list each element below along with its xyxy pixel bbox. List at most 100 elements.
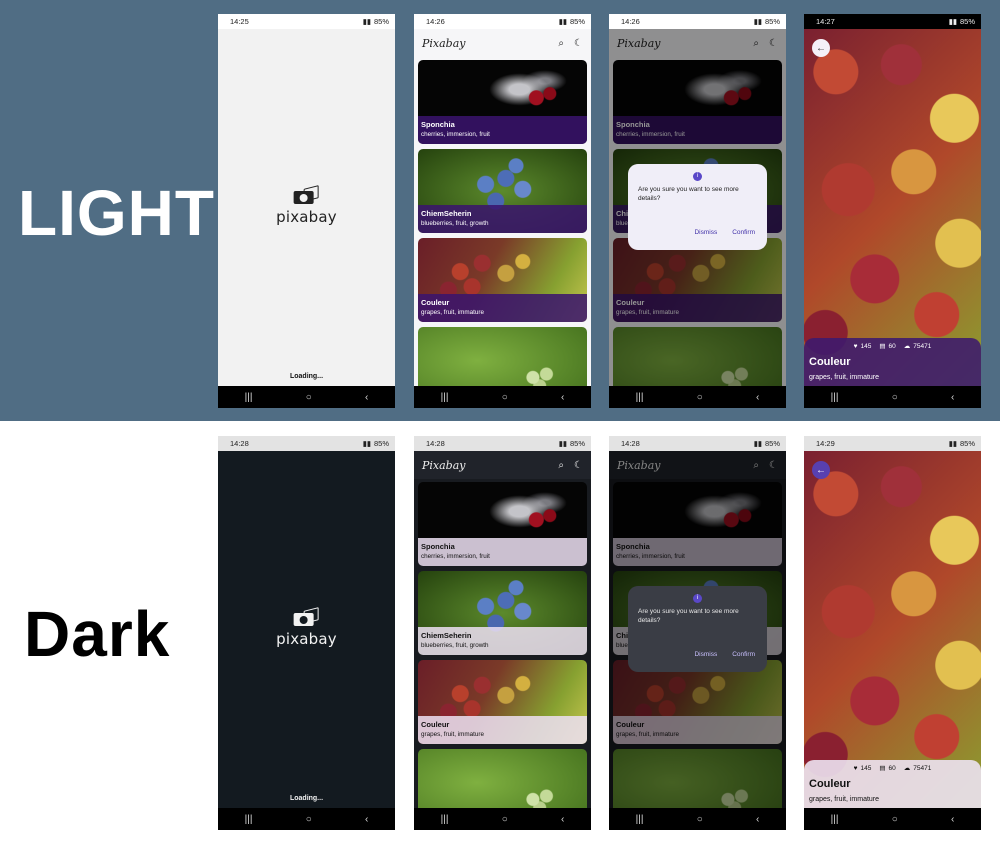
system-nav-bar: ||| ○ ‹: [609, 808, 786, 830]
system-nav-bar: ||| ○ ‹: [218, 808, 395, 830]
card-tags: cherries, immersion, fruit: [421, 553, 490, 560]
pixabay-logo: pixabay: [276, 185, 337, 226]
nav-back-icon[interactable]: ‹: [951, 814, 954, 825]
status-bar: 14:28 ▮▮ 85%: [609, 436, 786, 451]
camera-icon: [293, 185, 320, 205]
card-title: Sponchia: [421, 542, 455, 551]
system-nav-bar: ||| ○ ‹: [804, 808, 981, 830]
recents-icon[interactable]: |||: [441, 814, 449, 825]
download-icon[interactable]: ☁: [904, 764, 911, 772]
heart-icon[interactable]: ♥: [854, 765, 858, 772]
card-tags: grapes, fruit, immature: [421, 731, 484, 738]
confirm-button[interactable]: Confirm: [732, 229, 755, 236]
moon-icon[interactable]: ☾: [574, 38, 583, 49]
system-nav-bar: ||| ○ ‹: [414, 386, 591, 408]
comment-icon[interactable]: ▤: [879, 342, 885, 350]
dismiss-button[interactable]: Dismiss: [694, 229, 717, 236]
back-arrow-icon[interactable]: ←: [812, 461, 830, 479]
confirm-dialog: i Are you sure you want to see more deta…: [628, 586, 767, 672]
downloads-count: 75471: [913, 764, 932, 772]
comment-icon[interactable]: ▤: [879, 764, 885, 772]
home-icon[interactable]: ○: [306, 814, 312, 825]
status-bar: 14:26 ▮▮ 85%: [609, 14, 786, 29]
search-icon[interactable]: ⌕: [558, 460, 564, 471]
status-time: 14:28: [230, 439, 249, 448]
status-bar: 14:29 ▮▮ 85%: [804, 436, 981, 451]
status-bar: 14:27 ▮▮ 85%: [804, 14, 981, 29]
detail-info-panel: ♥ 145 ▤ 60 ☁ 75471 Couleur grapes, fruit, imm…: [804, 760, 981, 808]
camera-icon: [293, 607, 320, 627]
likes-count: 145: [860, 342, 872, 350]
status-time: 14:26: [426, 17, 445, 26]
image-card[interactable]: ChiemSeherin blueberries, fruit, growth: [418, 571, 587, 655]
download-icon[interactable]: ☁: [904, 342, 911, 350]
nav-back-icon[interactable]: ‹: [756, 814, 759, 825]
loading-text: Loading...: [289, 795, 324, 802]
heart-icon[interactable]: ♥: [854, 343, 858, 350]
home-icon[interactable]: ○: [502, 814, 508, 825]
status-time: 14:25: [230, 17, 249, 26]
moon-icon[interactable]: ☾: [574, 460, 583, 471]
system-nav-bar: ||| ○ ‹: [804, 386, 981, 408]
dark-label: Dark: [24, 598, 171, 670]
image-card[interactable]: ChiemSeherin blueberries, fruit, growth: [418, 149, 587, 233]
confirm-button[interactable]: Confirm: [732, 651, 755, 658]
home-icon[interactable]: ○: [697, 814, 703, 825]
system-nav-bar: ||| ○ ‹: [609, 386, 786, 408]
detail-tags: grapes, fruit, immature: [809, 796, 880, 803]
comments-count: 60: [888, 342, 896, 350]
phone-splash-dark: 14:28 ▮▮ 85% pixabay Loading... ||| ○ ‹: [218, 436, 395, 830]
recents-icon[interactable]: |||: [831, 392, 839, 403]
signal-icon: ▮▮: [948, 17, 957, 26]
home-icon[interactable]: ○: [502, 392, 508, 403]
image-card[interactable]: Couleur grapes, fruit, immature: [418, 238, 587, 322]
back-arrow-icon[interactable]: ←: [812, 39, 830, 57]
detail-title: Couleur: [809, 356, 851, 368]
logo-text: pixabay: [276, 208, 337, 226]
image-card[interactable]: [418, 749, 587, 808]
status-time: 14:29: [816, 439, 835, 448]
battery-level: 85%: [569, 439, 585, 448]
app-bar: Pixabay ⌕ ☾: [414, 29, 591, 57]
dialog-message: Are you sure you want to see more detail…: [638, 186, 739, 202]
recents-icon[interactable]: |||: [636, 392, 644, 403]
recents-icon[interactable]: |||: [441, 392, 449, 403]
image-card[interactable]: [418, 327, 587, 386]
list-screen: Pixabay ⌕ ☾ Sponchia cherries, immersion, f…: [609, 451, 786, 808]
home-icon[interactable]: ○: [697, 392, 703, 403]
recents-icon[interactable]: |||: [636, 814, 644, 825]
nav-back-icon[interactable]: ‹: [756, 392, 759, 403]
nav-back-icon[interactable]: ‹: [365, 814, 368, 825]
app-bar: Pixabay ⌕ ☾: [414, 451, 591, 479]
recents-icon[interactable]: |||: [831, 814, 839, 825]
nav-back-icon[interactable]: ‹: [951, 392, 954, 403]
phone-list-light: 14:26 ▮▮ 85% Pixabay ⌕ ☾ Sponchia cherries, i…: [414, 14, 591, 408]
splash-screen: pixabay Loading...: [218, 451, 395, 808]
signal-icon: ▮▮: [362, 17, 371, 26]
image-card[interactable]: Sponchia cherries, immersion, fruit: [418, 482, 587, 566]
system-nav-bar: ||| ○ ‹: [414, 808, 591, 830]
list-screen: Pixabay ⌕ ☾ Sponchia cherries, immersion, f…: [414, 451, 591, 808]
card-tags: cherries, immersion, fruit: [421, 131, 490, 138]
battery-level: 85%: [959, 17, 975, 26]
home-icon[interactable]: ○: [892, 814, 898, 825]
app-title: Pixabay: [422, 458, 466, 472]
search-icon[interactable]: ⌕: [558, 38, 564, 49]
downloads-count: 75471: [913, 342, 932, 350]
recents-icon[interactable]: |||: [245, 814, 253, 825]
nav-back-icon[interactable]: ‹: [561, 814, 564, 825]
home-icon[interactable]: ○: [306, 392, 312, 403]
phone-detail-dark: 14:29 ▮▮ 85% ← ♥ 145 ▤ 60 ☁ 75471 Couleur grape…: [804, 436, 981, 830]
home-icon[interactable]: ○: [892, 392, 898, 403]
card-tags: blueberries, fruit, growth: [421, 220, 489, 227]
dismiss-button[interactable]: Dismiss: [694, 651, 717, 658]
nav-back-icon[interactable]: ‹: [561, 392, 564, 403]
pixabay-logo: pixabay: [276, 607, 337, 648]
image-card[interactable]: Sponchia cherries, immersion, fruit: [418, 60, 587, 144]
image-card[interactable]: Couleur grapes, fruit, immature: [418, 660, 587, 744]
recents-icon[interactable]: |||: [245, 392, 253, 403]
nav-back-icon[interactable]: ‹: [365, 392, 368, 403]
system-nav-bar: ||| ○ ‹: [218, 386, 395, 408]
phone-dialog-dark: 14:28 ▮▮ 85% Pixabay ⌕ ☾ Sponchia cherries, i…: [609, 436, 786, 830]
battery-level: 85%: [373, 439, 389, 448]
